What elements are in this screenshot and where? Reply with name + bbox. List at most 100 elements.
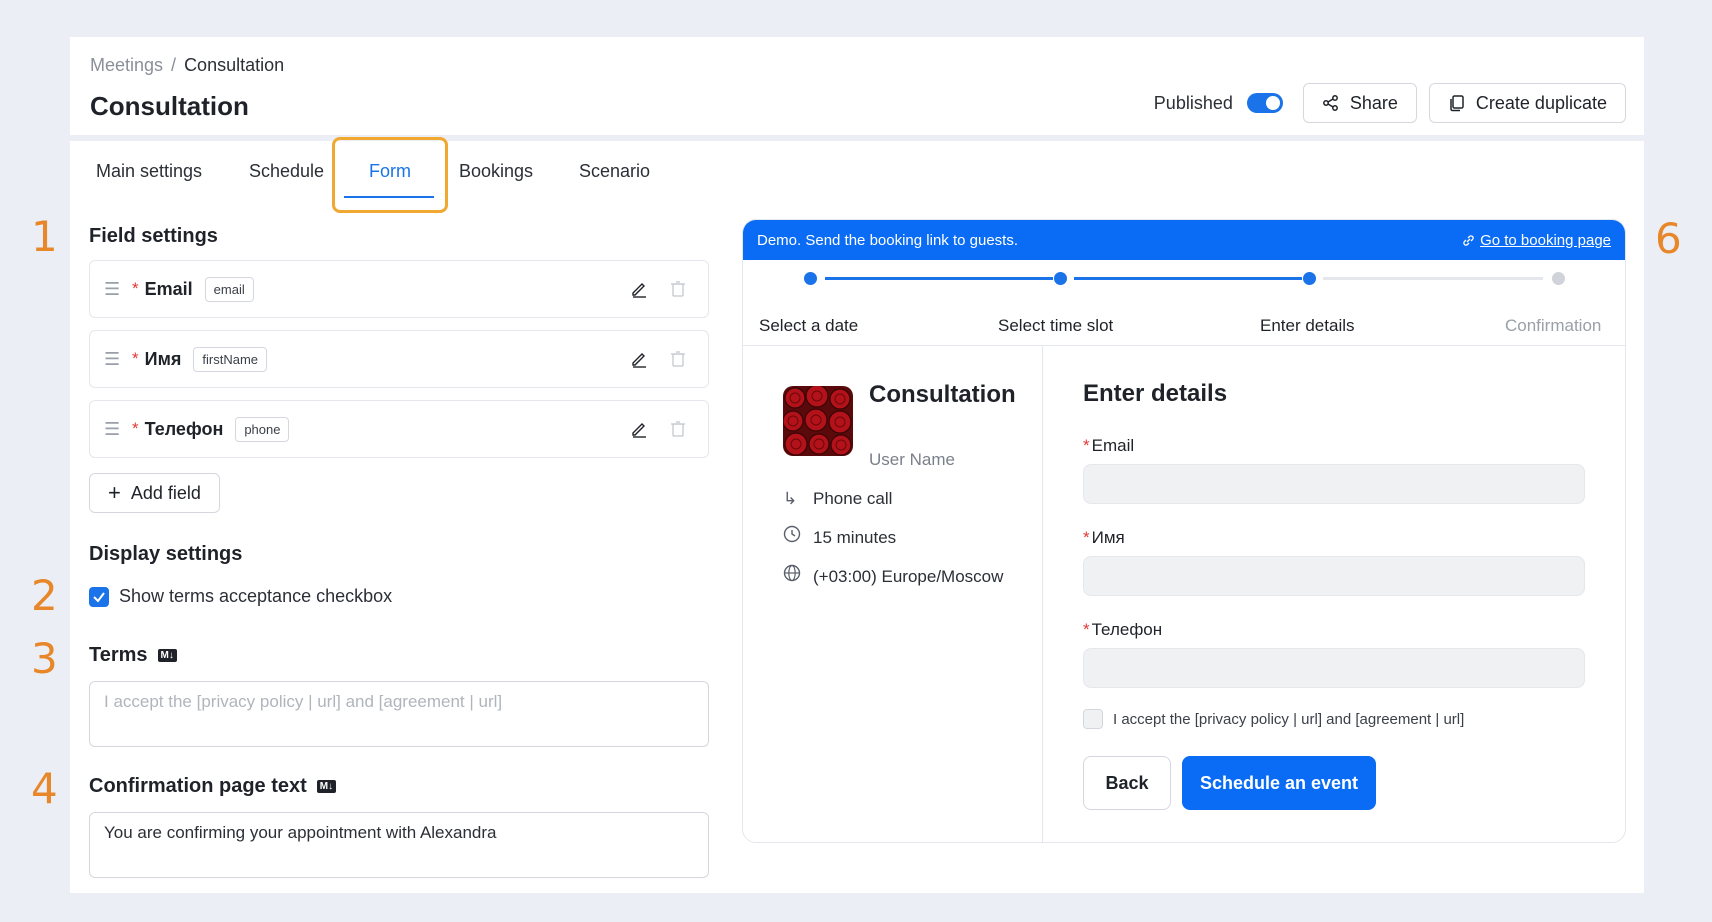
checkmark-icon <box>93 591 105 603</box>
form-title: Enter details <box>1083 380 1228 407</box>
annotation-4: 4 <box>31 764 58 813</box>
step-label: Select time slot <box>998 316 1114 335</box>
booking-preview: Demo. Send the booking link to guests. G… <box>742 219 1626 843</box>
page-title: Consultation <box>90 91 249 121</box>
go-to-booking-label: Go to booking page <box>1480 231 1611 249</box>
create-duplicate-button[interactable]: Create duplicate <box>1428 83 1626 123</box>
phone-field[interactable] <box>1083 648 1585 688</box>
breadcrumb-current: Consultation <box>184 55 285 75</box>
trash-icon[interactable] <box>670 350 686 368</box>
event-summary: Consultation User Name ↳ Phone call 15 m… <box>743 346 1043 842</box>
name-field[interactable] <box>1083 556 1585 596</box>
step-label: Select a date <box>759 316 859 335</box>
terms-checkbox[interactable] <box>89 586 109 607</box>
demo-bar: Demo. Send the booking link to guests. G… <box>743 220 1625 260</box>
share-button[interactable]: Share <box>1302 83 1417 123</box>
confirmation-title-text: Confirmation page text <box>89 775 307 797</box>
drag-handle-icon[interactable]: ☰ <box>104 279 122 300</box>
terms-row: I accept the [privacy policy | url] and … <box>1083 709 1464 729</box>
markdown-icon: M↓ <box>316 780 337 793</box>
markdown-icon: M↓ <box>157 649 177 662</box>
email-field[interactable] <box>1083 464 1585 504</box>
tab-main-settings[interactable]: Main settings <box>96 161 202 182</box>
drag-handle-icon[interactable]: ☰ <box>104 349 122 370</box>
share-icon <box>1322 95 1338 111</box>
name-label: * Имя <box>1083 528 1125 548</box>
link-icon <box>1463 234 1474 246</box>
annotation-3: 3 <box>31 634 58 683</box>
demo-text: Demo. Send the booking link to guests. <box>757 231 1018 249</box>
event-duration-row: 15 minutes <box>783 525 1008 551</box>
event-type-row: ↳ Phone call <box>783 486 1008 512</box>
step-dot <box>804 272 817 285</box>
terms-input[interactable]: I accept the [privacy policy | url] and … <box>89 681 709 747</box>
add-field-button[interactable]: + Add field <box>89 473 220 513</box>
annotation-6: 6 <box>1655 214 1682 263</box>
back-button[interactable]: Back <box>1083 756 1171 810</box>
required-mark: * <box>132 419 139 438</box>
edit-icon[interactable] <box>630 420 648 438</box>
go-to-booking-link[interactable]: Go to booking page <box>1462 232 1611 249</box>
event-title: Consultation <box>869 381 1016 408</box>
edit-icon[interactable] <box>630 280 648 298</box>
published-toggle[interactable] <box>1246 93 1283 113</box>
schedule-event-button[interactable]: Schedule an event <box>1182 756 1376 810</box>
field-name: Имя <box>144 348 182 369</box>
phone-label-text: Телефон <box>1091 620 1163 639</box>
globe-icon <box>783 564 803 590</box>
event-user: User Name <box>869 450 955 469</box>
terms-checkbox-label: Show terms acceptance checkbox <box>119 586 393 606</box>
tab-scenario[interactable]: Scenario <box>579 161 650 182</box>
step-line <box>1323 277 1543 280</box>
step-dot <box>1552 272 1565 285</box>
field-key-badge: firstName <box>193 346 268 372</box>
required-mark: * <box>1083 528 1090 547</box>
tab-schedule[interactable]: Schedule <box>249 161 324 182</box>
plus-icon: + <box>108 480 121 505</box>
phone-label: * Телефон <box>1083 620 1162 640</box>
field-row: ☰ * Телефон phone <box>89 400 709 458</box>
tab-bookings[interactable]: Bookings <box>459 161 533 182</box>
breadcrumb-parent[interactable]: Meetings <box>90 55 163 75</box>
annotation-1: 1 <box>31 212 58 261</box>
confirmation-title: Confirmation page text M↓ <box>89 775 337 798</box>
trash-icon[interactable] <box>670 420 686 438</box>
header-panel: Meetings / Consultation Consultation Publi… <box>70 37 1644 135</box>
edit-icon[interactable] <box>630 350 648 368</box>
field-key-badge: email <box>204 276 254 302</box>
confirmation-input[interactable]: You are confirming your appointment with… <box>89 812 709 878</box>
event-type: Phone call <box>813 489 893 508</box>
terms-accept-checkbox[interactable] <box>1083 709 1103 729</box>
stepper: Select a date Select time slot Enter det… <box>743 260 1625 346</box>
email-label-text: Email <box>1091 436 1135 455</box>
annotation-2: 2 <box>31 571 58 620</box>
required-mark: * <box>1083 620 1090 639</box>
event-timezone: (+03:00) Europe/Moscow <box>813 567 1004 586</box>
main-panel: Main settings Schedule Form Bookings Sce… <box>70 137 1644 893</box>
display-settings-title: Display settings <box>89 543 243 565</box>
field-settings-title: Field settings <box>89 225 218 247</box>
share-label: Share <box>1349 92 1398 113</box>
event-duration: 15 minutes <box>813 528 897 547</box>
required-mark: * <box>132 279 139 298</box>
trash-icon[interactable] <box>670 280 686 298</box>
field-row: ☰ * Имя firstName <box>89 330 709 388</box>
terms-title: Terms M↓ <box>89 644 177 667</box>
terms-title-text: Terms <box>89 644 148 666</box>
field-name: Телефон <box>144 418 224 439</box>
step-line <box>1074 277 1302 280</box>
event-avatar <box>783 386 853 456</box>
drag-handle-icon[interactable]: ☰ <box>104 419 122 440</box>
arrow-turn-icon: ↳ <box>783 489 798 508</box>
field-key-badge: phone <box>235 416 290 442</box>
event-timezone-row: (+03:00) Europe/Moscow <box>783 564 1008 590</box>
step-dot <box>1303 272 1316 285</box>
name-label-text: Имя <box>1091 528 1125 547</box>
terms-accept-label: I accept the [privacy policy | url] and … <box>1113 710 1465 728</box>
tab-form-highlight <box>332 137 448 213</box>
step-dot <box>1054 272 1067 285</box>
required-mark: * <box>132 349 139 368</box>
copy-icon <box>1450 95 1464 112</box>
breadcrumb-separator: / <box>171 55 177 75</box>
field-name: Email <box>144 278 193 299</box>
